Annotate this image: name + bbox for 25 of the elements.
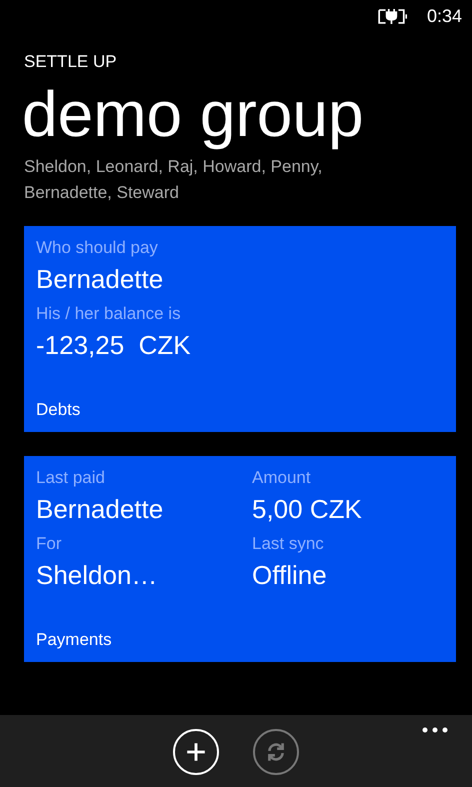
field-value: Bernadette bbox=[36, 263, 164, 296]
summary-tile[interactable]: Who should pay Bernadette His / her balance is -123,25 CZK Debts bbox=[24, 226, 456, 432]
field-value: Bernadette bbox=[36, 493, 164, 526]
add-button[interactable] bbox=[173, 729, 219, 775]
more-icon[interactable] bbox=[422, 727, 448, 733]
tile-title: Payments bbox=[36, 630, 113, 650]
field-label: Last sync bbox=[252, 533, 325, 555]
field-value: Offline bbox=[252, 559, 328, 592]
app-name: SETTLE UP bbox=[24, 52, 118, 72]
field-value: 5,00 CZK bbox=[252, 493, 363, 526]
group-members: Sheldon, Leonard, Raj, Howard, Penny, Bernadette, Steward bbox=[24, 156, 324, 204]
field-value: Sheldon… bbox=[36, 559, 158, 592]
plus-icon bbox=[185, 741, 207, 763]
field-label: Amount bbox=[252, 467, 312, 489]
battery-charging-icon bbox=[376, 8, 407, 24]
field-label: Last paid bbox=[36, 467, 106, 489]
field-label: Who should pay bbox=[36, 237, 159, 259]
tile-title: Debts bbox=[36, 400, 82, 420]
sync-icon bbox=[265, 741, 287, 763]
field-value: -123,25 CZK bbox=[36, 329, 192, 362]
field-label: For bbox=[36, 533, 62, 555]
group-title: demo group bbox=[22, 77, 365, 152]
clock-time: 0:34 bbox=[426, 6, 462, 26]
field-label: His / her balance is bbox=[36, 303, 182, 325]
summary-tile[interactable]: Last paid Bernadette Amount 5,00 CZK For Sheldon… Last sync Offline Payments bbox=[24, 456, 456, 662]
